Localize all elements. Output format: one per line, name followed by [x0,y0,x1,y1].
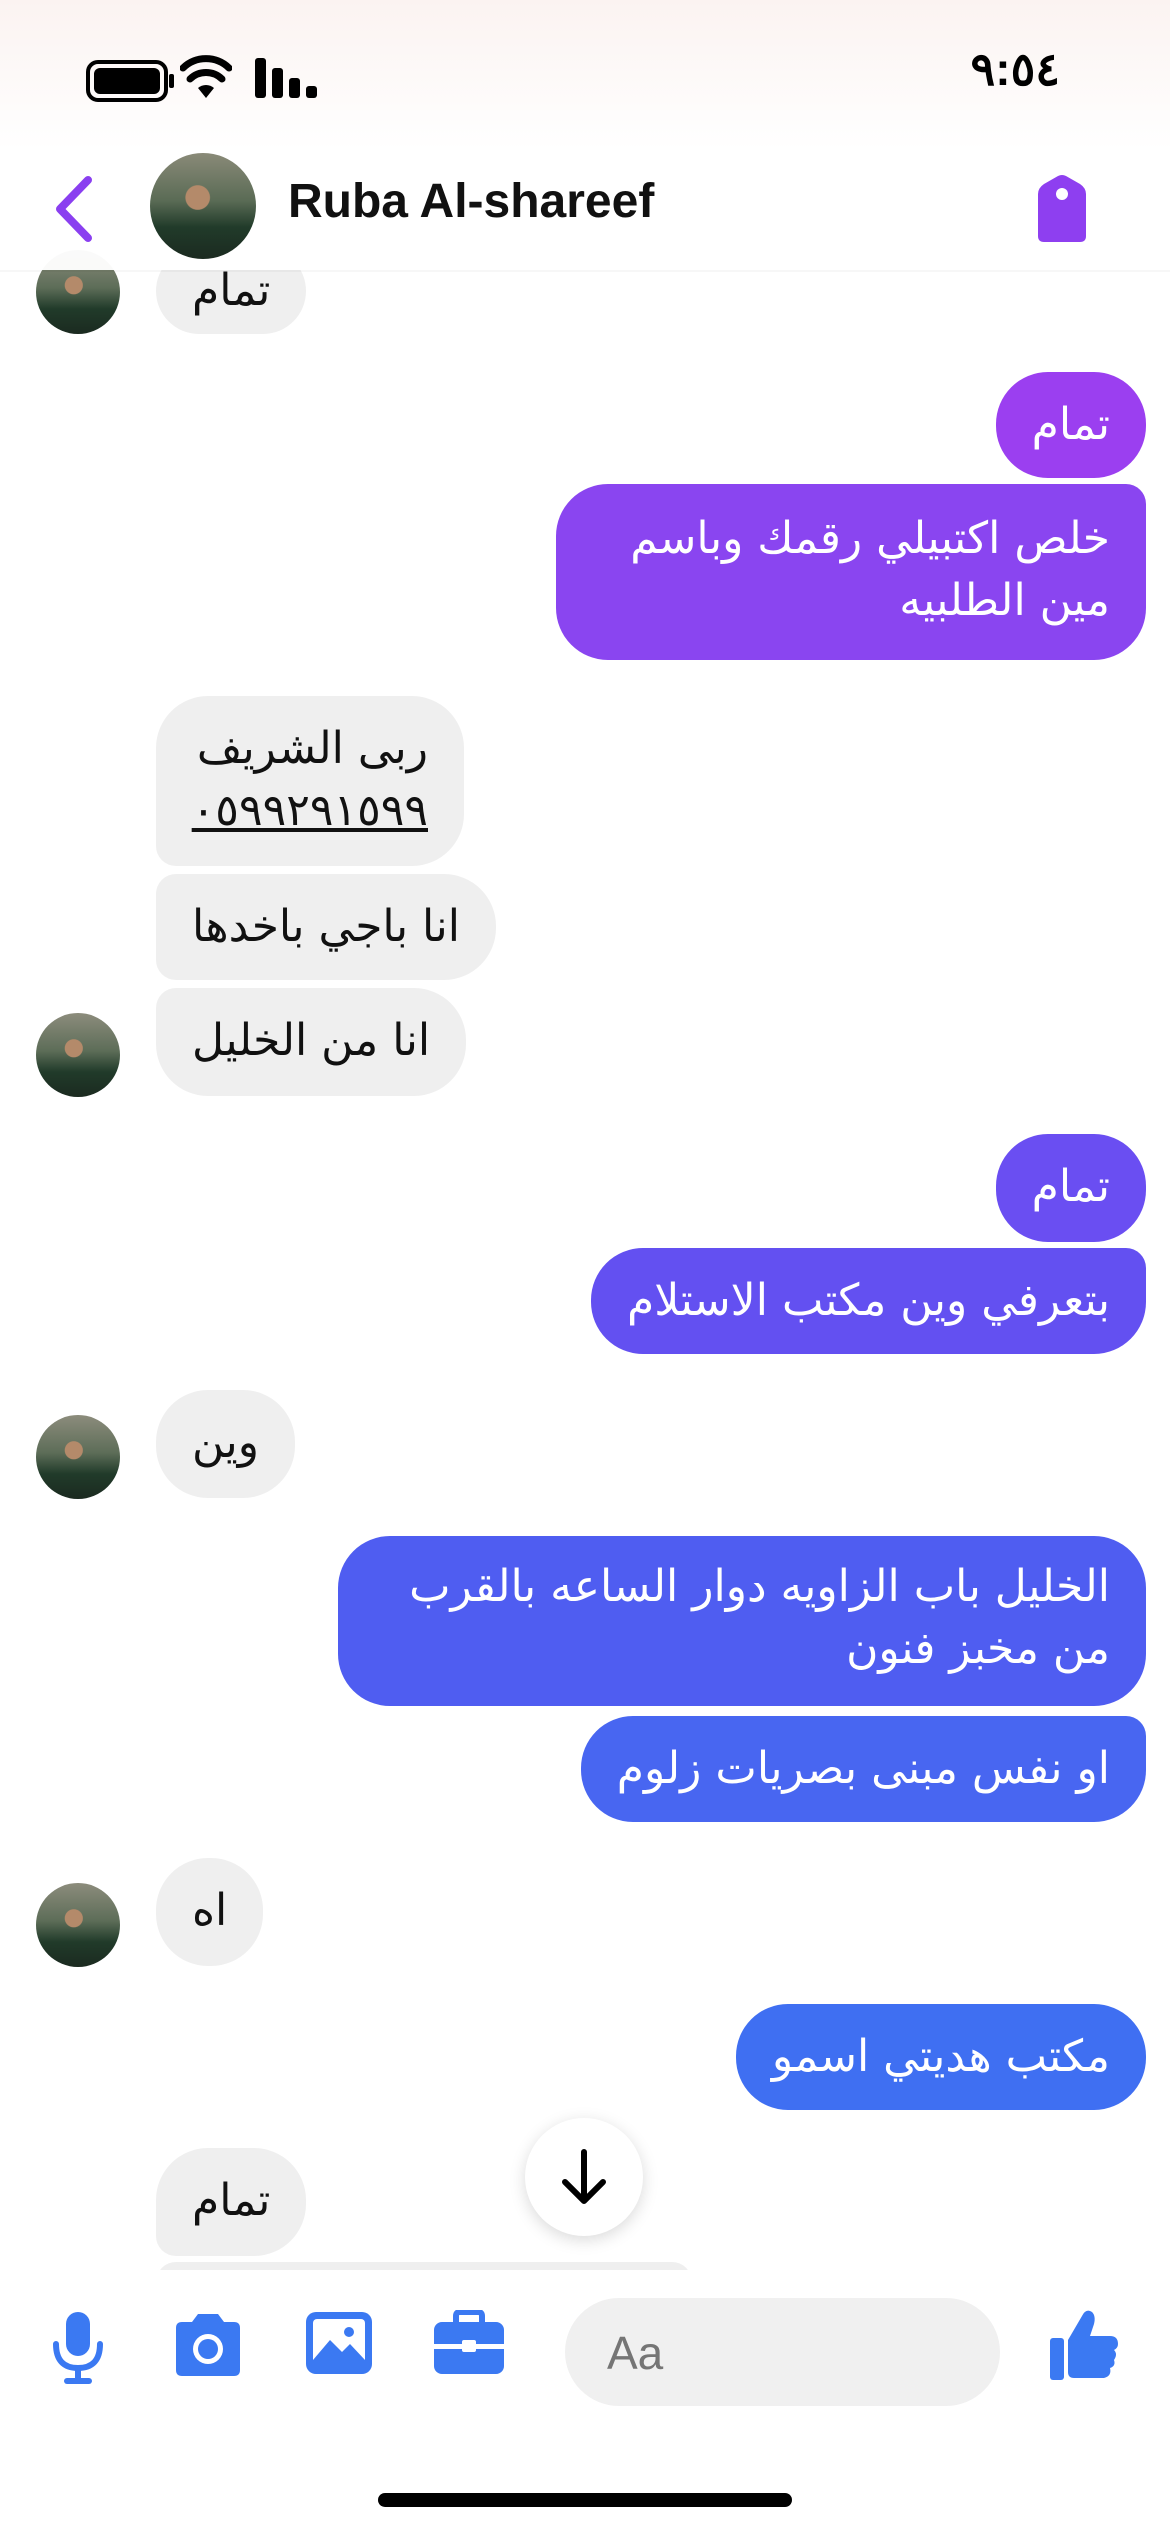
message-line: ربى الشريف [196,723,428,774]
status-time: ٩:٥٤ [970,43,1060,95]
battery-icon [86,60,174,102]
message-line: مين الطلبيه [899,575,1110,626]
message-line: خلص اكتبيلي رقمك وباسم [630,513,1110,564]
outgoing-message[interactable]: مكتب هديتي اسمو [735,2004,1146,2110]
message-input-container[interactable] [565,2298,1000,2406]
tag-icon[interactable] [1034,174,1090,244]
outgoing-message[interactable]: تمام [995,372,1146,478]
message-input[interactable] [605,2320,909,2386]
camera-icon[interactable] [170,2312,246,2378]
back-chevron-icon[interactable] [50,174,100,244]
phone-number-link[interactable]: ٠٥٩٩٢٩١٥٩٩ [192,780,428,842]
incoming-message[interactable]: انا من الخليل [156,988,467,1096]
sender-avatar [36,1013,120,1097]
arrow-down-icon [562,2149,606,2204]
sender-avatar [36,1415,120,1499]
incoming-message[interactable]: تمام [156,2148,307,2256]
thumbs-up-icon[interactable] [1048,2306,1120,2382]
incoming-message[interactable]: انا باجي باخدها [156,874,496,980]
gallery-icon[interactable] [304,2310,374,2376]
status-bar: ٩:٥٤ [0,0,1170,150]
outgoing-message[interactable]: خلص اكتبيلي رقمك وباسم مين الطلبيه [556,484,1146,660]
incoming-message[interactable]: اه [156,1858,264,1966]
message-line: الخليل باب الزاويه دوار الساعه بالقرب [409,1561,1110,1612]
contact-avatar[interactable] [150,153,256,259]
outgoing-message[interactable]: الخليل باب الزاويه دوار الساعه بالقرب من… [338,1536,1146,1706]
outgoing-message[interactable]: بتعرفي وين مكتب الاستلام [591,1248,1146,1354]
sender-avatar [36,1883,120,1967]
outgoing-message[interactable]: تمام [995,1134,1146,1242]
home-indicator [378,2493,792,2507]
incoming-message[interactable]: ربى الشريف ٠٥٩٩٢٩١٥٩٩ [156,696,464,866]
scroll-to-bottom-button[interactable] [525,2118,643,2236]
briefcase-icon[interactable] [432,2310,506,2376]
conversation-header: Ruba Al-shareef [0,150,1170,270]
signal-icon [255,58,317,98]
message-line: من مخبز فنون [846,1623,1110,1674]
outgoing-message[interactable]: او نفس مبنى بصريات زلوم [580,1716,1146,1822]
wifi-icon [180,55,232,98]
contact-name[interactable]: Ruba Al-shareef [288,174,654,229]
microphone-icon[interactable] [50,2310,106,2386]
incoming-message[interactable]: وين [156,1390,295,1498]
